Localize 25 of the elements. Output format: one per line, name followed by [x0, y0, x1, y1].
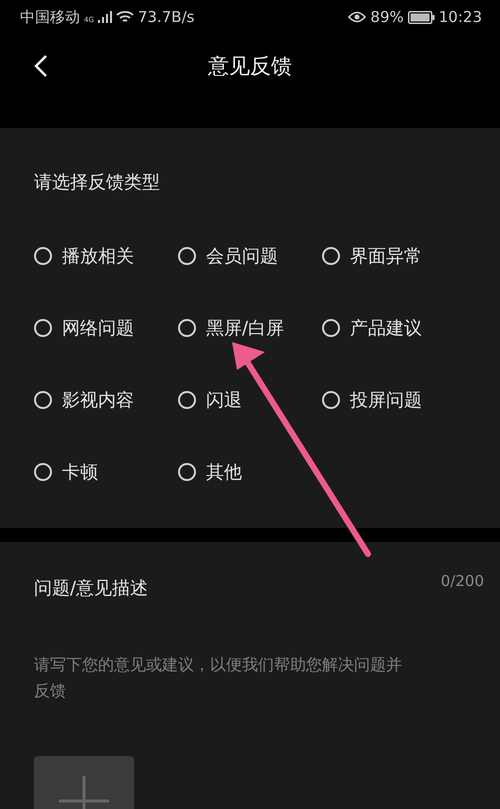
description-field[interactable]: 请写下您的意见或建议，以便我们帮助您解决问题并反馈 [34, 652, 412, 712]
radio-option[interactable]: 投屏问题 [322, 388, 466, 412]
eye-icon [348, 11, 366, 23]
section-title: 问题/意见描述 [34, 577, 148, 600]
wifi-icon [116, 10, 134, 24]
radio-option[interactable]: 黑屏/白屏 [178, 316, 322, 340]
radio-option[interactable]: 产品建议 [322, 316, 466, 340]
radio-option[interactable]: 播放相关 [34, 244, 178, 268]
radio-option[interactable]: 其他 [178, 460, 322, 484]
radio-option[interactable]: 界面异常 [322, 244, 466, 268]
character-counter: 0/200 [440, 572, 484, 590]
section-title: 请选择反馈类型 [34, 171, 161, 194]
network-speed: 73.7B/s [138, 8, 194, 26]
page-title: 意见反馈 [208, 53, 292, 80]
radio-option[interactable]: 卡顿 [34, 460, 178, 484]
radio-option[interactable]: 会员问题 [178, 244, 322, 268]
radio-option[interactable]: 网络问题 [34, 316, 178, 340]
clock-time: 10:23 [438, 8, 482, 26]
signal-icon [98, 11, 112, 23]
carrier-name: 中国移动 [20, 8, 80, 26]
radio-option[interactable]: 闪退 [178, 388, 322, 412]
back-icon [34, 54, 48, 78]
battery-percent: 89% [370, 8, 404, 26]
battery-icon [408, 10, 435, 24]
radio-option[interactable]: 影视内容 [34, 388, 178, 412]
